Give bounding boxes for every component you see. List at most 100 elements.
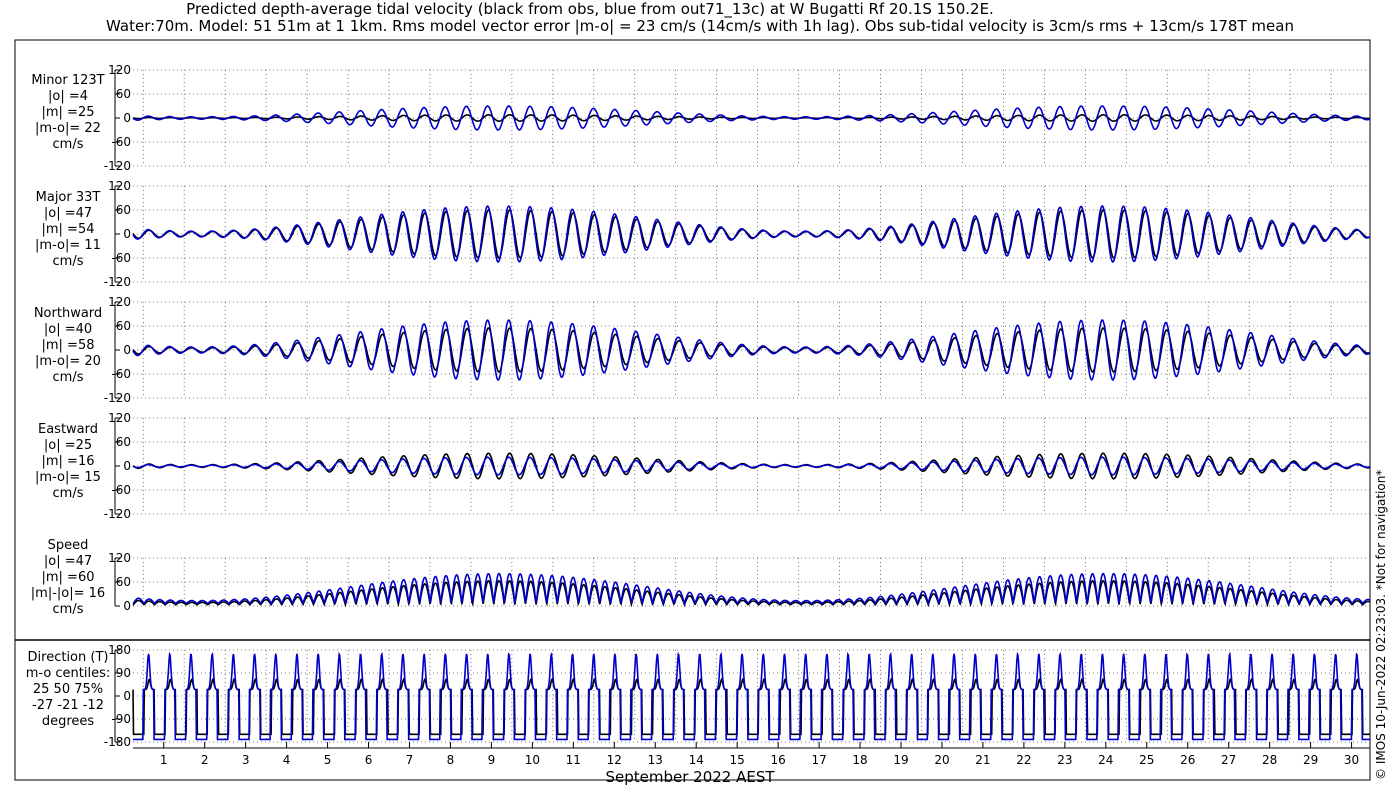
- model-series-north: [132, 319, 1371, 382]
- panel-label-line: |m-o|= 11: [35, 238, 101, 253]
- panel-label-line: cm/s: [53, 602, 84, 617]
- panel-direction: 180 90 0 -90 -180 Direction (T)m-o centiles:2…: [26, 643, 1370, 749]
- y-tick-label: -60: [111, 483, 131, 497]
- y-tick-label: -120: [104, 275, 131, 289]
- x-tick-label: 8: [447, 753, 455, 767]
- y-tick-label: -60: [111, 135, 131, 149]
- x-tick-label: 15: [730, 753, 745, 767]
- panel-label-line: |o| =47: [44, 554, 92, 569]
- x-tick-label: 23: [1057, 753, 1072, 767]
- x-tick-label: 30: [1344, 753, 1359, 767]
- x-tick-label: 6: [365, 753, 373, 767]
- panel-minor: 120 60 0 -60 -120 Minor 123T|o| =4|m| =25|m-o…: [31, 63, 1371, 173]
- y-tick-label: -120: [104, 507, 131, 521]
- x-tick-label: 27: [1221, 753, 1236, 767]
- panel-label-line: |m| =60: [42, 570, 95, 585]
- y-tick-label: 120: [108, 551, 131, 565]
- y-tick-label: 60: [116, 575, 131, 589]
- y-tick-label: 60: [116, 87, 131, 101]
- model-series-direction: [133, 651, 1370, 741]
- panel-label-line: cm/s: [53, 137, 84, 152]
- x-tick-label: 9: [488, 753, 496, 767]
- copyright-notice: © IMOS 10-Jun-2022 02:23:03. *Not for na…: [1374, 469, 1388, 780]
- x-tick-label: 21: [975, 753, 990, 767]
- x-tick-label: 4: [283, 753, 291, 767]
- y-tick-label: -120: [104, 159, 131, 173]
- y-tick-label: -60: [111, 367, 131, 381]
- y-tick-label: 120: [108, 179, 131, 193]
- y-tick-label: 120: [108, 63, 131, 77]
- x-tick-label: 5: [324, 753, 332, 767]
- x-tick-label: 7: [406, 753, 414, 767]
- x-tick-label: 25: [1139, 753, 1154, 767]
- y-tick-label: -60: [111, 251, 131, 265]
- panel-label-line: degrees: [42, 714, 95, 729]
- panel-label-line: |m|-|o|= 16: [31, 586, 105, 601]
- panel-label-line: |o| =25: [44, 438, 92, 453]
- y-tick-label: -120: [104, 391, 131, 405]
- panel-east: 120 60 0 -60 -120 Eastward|o| =25|m| =16|m-o|…: [35, 411, 1371, 521]
- panel-label-line: Minor 123T: [31, 73, 104, 88]
- x-tick-label: 19: [893, 753, 908, 767]
- tidal-velocity-chart: 120600-60-120Minor 123T|o| =4|m| =25|m-o…: [14, 39, 1371, 781]
- panel-label-line: Direction (T): [28, 650, 109, 665]
- y-tick-label: 60: [116, 435, 131, 449]
- panel-label-line: |o| =47: [44, 206, 92, 221]
- y-tick-label: 0: [123, 459, 131, 473]
- x-tick-label: 22: [1016, 753, 1031, 767]
- x-tick-label: 24: [1098, 753, 1113, 767]
- panel-label-line: |m| =16: [42, 454, 95, 469]
- panel-label-line: |m| =54: [42, 222, 95, 237]
- panel-label-line: |m| =25: [42, 105, 95, 120]
- panel-label-line: -27 -21 -12: [32, 698, 104, 713]
- x-tick-label: 12: [607, 753, 622, 767]
- y-tick-label: 0: [123, 689, 131, 703]
- panel-label-line: |o| =40: [44, 322, 92, 337]
- panel-label-line: |m-o|= 15: [35, 470, 101, 485]
- x-tick-label: 17: [811, 753, 826, 767]
- x-axis-label: September 2022 AEST: [605, 768, 775, 786]
- x-tick-label: 20: [934, 753, 949, 767]
- x-tick-label: 11: [566, 753, 581, 767]
- panel-label-line: |m-o|= 22: [35, 121, 101, 136]
- panel-label-line: Eastward: [38, 422, 98, 437]
- x-tick-label: 13: [648, 753, 663, 767]
- x-tick-label: 14: [689, 753, 704, 767]
- y-tick-label: 60: [116, 203, 131, 217]
- x-tick-label: 10: [525, 753, 540, 767]
- panel-label-line: |o| =4: [48, 89, 88, 104]
- panel-label-line: cm/s: [53, 486, 84, 501]
- obs-series-east: [132, 452, 1371, 480]
- panel-north: 120 60 0 -60 -120 Northward|o| =40|m| =58|m-o…: [34, 295, 1371, 405]
- model-series-speed: [132, 572, 1371, 607]
- x-tick-label: 26: [1180, 753, 1195, 767]
- y-tick-label: -90: [111, 712, 131, 726]
- panel-label-line: 25 50 75%: [33, 682, 103, 697]
- panel-label-line: m-o centiles:: [26, 666, 111, 681]
- y-tick-label: 0: [123, 227, 131, 241]
- x-tick-label: 16: [770, 753, 785, 767]
- x-tick-label: 18: [852, 753, 867, 767]
- model-series-east: [132, 456, 1371, 476]
- panel-label-line: Northward: [34, 306, 102, 321]
- y-tick-label: 90: [116, 666, 131, 680]
- panel-speed: 120 60 0 Speed|o| =47|m| =60|m|-|o|= 16cm/s: [31, 538, 1371, 617]
- panel-label-line: |m| =58: [42, 338, 95, 353]
- panel-label-line: cm/s: [53, 370, 84, 385]
- panel-label-line: cm/s: [53, 254, 84, 269]
- panel-label-line: Major 33T: [36, 190, 101, 205]
- y-tick-label: 0: [123, 111, 131, 125]
- panel-major: 120 60 0 -60 -120 Major 33T|o| =47|m| =54|m-o…: [35, 179, 1371, 289]
- y-tick-label: 120: [108, 295, 131, 309]
- panel-label-line: Speed: [48, 538, 89, 553]
- y-tick-label: 180: [108, 643, 131, 657]
- y-tick-label: 120: [108, 411, 131, 425]
- x-tick-label: 3: [242, 753, 250, 767]
- x-tick-label: 2: [201, 753, 209, 767]
- y-tick-label: 0: [123, 343, 131, 357]
- x-tick-label: 28: [1262, 753, 1277, 767]
- model-series-major: [132, 205, 1371, 263]
- x-tick-label: 1: [160, 753, 168, 767]
- y-tick-label: -180: [104, 735, 131, 749]
- y-tick-label: 0: [123, 599, 131, 613]
